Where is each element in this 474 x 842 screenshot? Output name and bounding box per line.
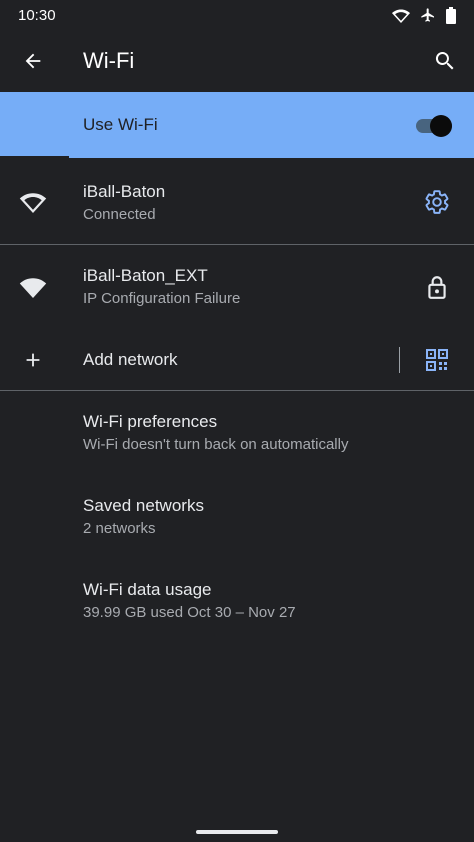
navigation-handle[interactable] (196, 830, 278, 834)
pref-item-wifi-preferences[interactable]: Wi-Fi preferences Wi-Fi doesn't turn bac… (0, 400, 474, 480)
network-status: IP Configuration Failure (83, 290, 241, 307)
toggle-thumb (430, 115, 452, 137)
page-title: Wi-Fi (83, 48, 135, 73)
network-item-iball-baton-ext[interactable]: iBall-Baton_EXT IP Configuration Failure (0, 245, 474, 330)
status-time: 10:30 (18, 6, 56, 24)
use-wifi-switch-bar[interactable]: Use Wi-Fi (0, 92, 474, 158)
add-network-label: Add network (83, 350, 178, 369)
use-wifi-label: Use Wi-Fi (83, 115, 158, 134)
pref-item-saved-networks[interactable]: Saved networks 2 networks (0, 484, 474, 564)
use-wifi-toggle[interactable] (414, 113, 454, 137)
app-bar: Wi-Fi (0, 30, 474, 92)
network-name: iBall-Baton (83, 182, 166, 201)
wifi-signal-icon (18, 187, 48, 217)
plus-icon (18, 345, 48, 375)
pref-title: Wi-Fi data usage (83, 580, 212, 599)
network-status: Connected (83, 206, 156, 223)
add-network-item[interactable]: Add network (0, 330, 474, 390)
airplane-icon (420, 7, 436, 23)
wifi-signal-icon (18, 272, 48, 302)
pref-title: Wi-Fi preferences (83, 412, 218, 431)
wifi-icon (392, 8, 410, 23)
search-icon[interactable] (430, 46, 460, 76)
gear-icon[interactable] (422, 187, 452, 217)
network-item-iball-baton[interactable]: iBall-Baton Connected (0, 159, 474, 244)
pref-item-wifi-data-usage[interactable]: Wi-Fi data usage 39.99 GB used Oct 30 – … (0, 568, 474, 648)
pref-title: Saved networks (83, 496, 204, 515)
pref-summary: 2 networks (83, 520, 156, 537)
pref-summary: 39.99 GB used Oct 30 – Nov 27 (83, 604, 296, 621)
lock-icon (422, 272, 452, 302)
divider (0, 390, 474, 391)
status-icons (392, 6, 456, 24)
status-bar: 10:30 (0, 0, 474, 30)
qr-code-scan-icon[interactable] (422, 345, 452, 375)
arrow-back-icon[interactable] (18, 46, 48, 76)
pref-summary: Wi-Fi doesn't turn back on automatically (83, 436, 349, 453)
battery-icon (446, 6, 456, 24)
vertical-divider (399, 347, 400, 373)
network-name: iBall-Baton_EXT (83, 266, 208, 285)
